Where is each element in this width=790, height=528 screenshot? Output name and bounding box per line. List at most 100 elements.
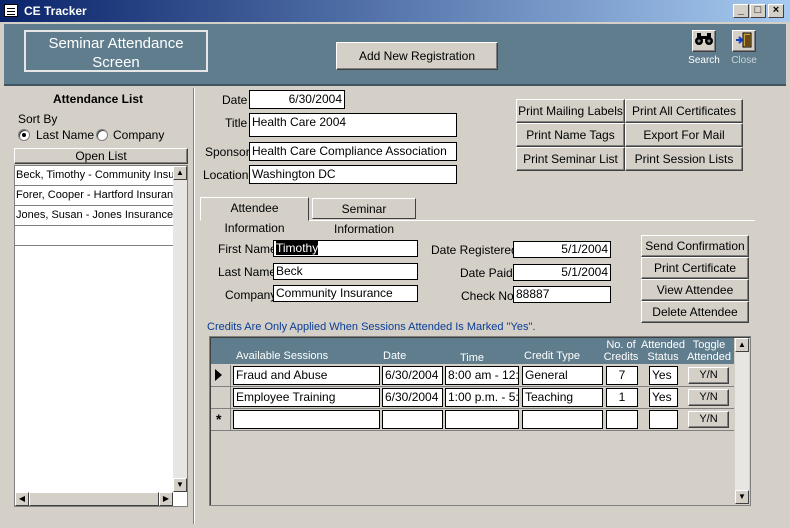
company-field[interactable]: Community Insurance — [273, 285, 418, 302]
screen-title-line1: Seminar Attendance — [48, 35, 184, 52]
col-credits-line2: Credits — [603, 351, 639, 363]
col-toggle-line1: Toggle — [692, 339, 726, 351]
list-item-empty[interactable] — [15, 226, 173, 246]
col-toggle-attended: Toggle Attended — [685, 339, 733, 363]
session-time-cell[interactable]: 8:00 am - 12:0 — [445, 366, 519, 385]
form-header: Seminar Attendance Screen Add New Regist… — [4, 24, 786, 86]
horizontal-scrollbar[interactable]: ◀ ▶ — [15, 492, 173, 506]
attended-status-cell[interactable]: Yes — [649, 366, 678, 385]
session-name-cell[interactable]: Fraud and Abuse — [233, 366, 380, 385]
location-label: Location — [203, 168, 249, 182]
sessions-scroll-up-button[interactable]: ▲ — [735, 338, 749, 352]
close-form-button[interactable] — [732, 30, 756, 52]
delete-attendee-button[interactable]: Delete Attendee — [641, 301, 749, 323]
table-row[interactable]: Employee Training 6/30/2004 1:00 p.m. - … — [211, 387, 734, 409]
close-window-button[interactable]: × — [768, 4, 784, 18]
open-list-header: Open List — [14, 148, 188, 164]
first-name-field[interactable]: Timothy — [273, 240, 418, 257]
toggle-attended-button[interactable]: Y/N — [688, 389, 729, 406]
panel-divider — [193, 88, 195, 524]
col-credit-type: Credit Type — [524, 350, 581, 362]
last-name-field[interactable]: Beck — [273, 263, 418, 280]
date-label: Date — [222, 93, 248, 107]
print-name-tags-button[interactable]: Print Name Tags — [516, 123, 625, 147]
minimize-button[interactable]: _ — [733, 4, 749, 18]
credits-note: Credits Are Only Applied When Sessions A… — [207, 321, 536, 333]
record-selector-column — [211, 365, 231, 431]
app-icon[interactable] — [4, 4, 18, 17]
tab-attendee-information[interactable]: Attendee Information — [200, 197, 309, 235]
tab-seminar-information[interactable]: Seminar Information — [312, 198, 416, 236]
add-registration-button[interactable]: Add New Registration — [336, 42, 498, 70]
sponsor-label: Sponsor — [205, 145, 250, 159]
scroll-left-button[interactable]: ◀ — [15, 492, 29, 506]
col-attended-line2: Status — [647, 351, 679, 363]
search-label: Search — [688, 55, 720, 66]
attendance-list-panel: Attendance List Sort By Last Name Compan… — [4, 88, 192, 524]
seminar-date-field[interactable]: 6/30/2004 — [249, 90, 345, 109]
credit-type-cell[interactable]: General — [522, 366, 603, 385]
col-date: Date — [383, 350, 407, 362]
session-time-cell[interactable] — [445, 410, 519, 429]
seminar-title-field[interactable]: Health Care 2004 — [249, 113, 457, 137]
credit-type-cell[interactable]: Teaching — [522, 388, 603, 407]
session-date-cell[interactable] — [382, 410, 443, 429]
date-paid-label: Date Paid — [460, 266, 513, 280]
attendance-listbox[interactable]: Beck, Timothy - Community Insurance Fore… — [14, 165, 188, 507]
first-name-label: First Name — [218, 242, 277, 256]
last-name-label: Last Name — [218, 265, 277, 279]
credits-cell[interactable]: 7 — [606, 366, 638, 385]
table-row-new[interactable]: * Y/N — [211, 409, 734, 431]
col-attended-line1: Attended — [640, 339, 686, 351]
screen-title-line2: Screen — [92, 54, 140, 71]
session-time-cell[interactable]: 1:00 p.m. - 5:0 — [445, 388, 519, 407]
credits-cell[interactable]: 1 — [606, 388, 638, 407]
date-registered-label: Date Registered — [431, 243, 518, 257]
print-mailing-labels-button[interactable]: Print Mailing Labels — [516, 99, 625, 123]
send-confirmation-button[interactable]: Send Confirmation — [641, 235, 749, 257]
scroll-up-button[interactable]: ▲ — [173, 166, 187, 180]
print-certificate-button[interactable]: Print Certificate — [641, 257, 749, 279]
toggle-attended-button[interactable]: Y/N — [688, 411, 729, 428]
maximize-button[interactable]: □ — [750, 4, 766, 18]
vertical-scrollbar[interactable]: ▲ ▼ — [173, 166, 187, 492]
date-paid-field[interactable]: 5/1/2004 — [513, 264, 611, 281]
check-no-label: Check No — [461, 289, 514, 303]
sessions-header: Available Sessions Date Time Credit Type… — [211, 338, 734, 364]
session-name-cell[interactable] — [233, 410, 380, 429]
export-mail-merge-button[interactable]: Export For Mail Merge — [625, 123, 743, 164]
sessions-scroll-down-button[interactable]: ▼ — [735, 490, 749, 504]
attended-status-cell[interactable] — [649, 410, 678, 429]
sessions-vertical-scrollbar[interactable]: ▲ ▼ — [735, 338, 749, 504]
table-row[interactable]: Fraud and Abuse 6/30/2004 8:00 am - 12:0… — [211, 365, 734, 387]
sponsor-field[interactable]: Health Care Compliance Association — [249, 142, 457, 161]
credits-cell[interactable] — [606, 410, 638, 429]
print-all-certificates-button[interactable]: Print All Certificates — [625, 99, 743, 123]
session-date-cell[interactable]: 6/30/2004 — [382, 366, 443, 385]
list-item[interactable]: Jones, Susan - Jones Insurance Agency — [15, 206, 173, 226]
date-registered-field[interactable]: 5/1/2004 — [513, 241, 611, 258]
print-session-lists-button[interactable]: Print Session Lists — [625, 147, 743, 171]
list-item[interactable]: Forer, Cooper - Hartford Insurance — [15, 186, 173, 206]
sort-last-name-radio[interactable] — [18, 129, 30, 141]
view-attendee-button[interactable]: View Attendee — [641, 279, 749, 301]
print-seminar-list-button[interactable]: Print Seminar List — [516, 147, 625, 171]
attended-status-cell[interactable]: Yes — [649, 388, 678, 407]
search-button[interactable] — [692, 30, 716, 52]
scroll-down-button[interactable]: ▼ — [173, 478, 187, 492]
scroll-thumb[interactable] — [29, 492, 159, 506]
check-no-field[interactable]: 88887 — [513, 286, 611, 303]
scroll-right-button[interactable]: ▶ — [159, 492, 173, 506]
credit-type-cell[interactable] — [522, 410, 603, 429]
toggle-attended-button[interactable]: Y/N — [688, 367, 729, 384]
col-attended-status: Attended Status — [640, 339, 686, 363]
sort-company-radio[interactable] — [96, 129, 108, 141]
sort-company-label: Company — [113, 128, 165, 142]
location-field[interactable]: Washington DC — [249, 165, 457, 184]
session-date-cell[interactable]: 6/30/2004 — [382, 388, 443, 407]
list-item[interactable]: Beck, Timothy - Community Insurance — [15, 166, 173, 186]
title-bar: CE Tracker _ □ × — [0, 0, 790, 22]
window-title: CE Tracker — [24, 4, 87, 18]
session-name-cell[interactable]: Employee Training — [233, 388, 380, 407]
col-available-sessions: Available Sessions — [236, 350, 329, 362]
